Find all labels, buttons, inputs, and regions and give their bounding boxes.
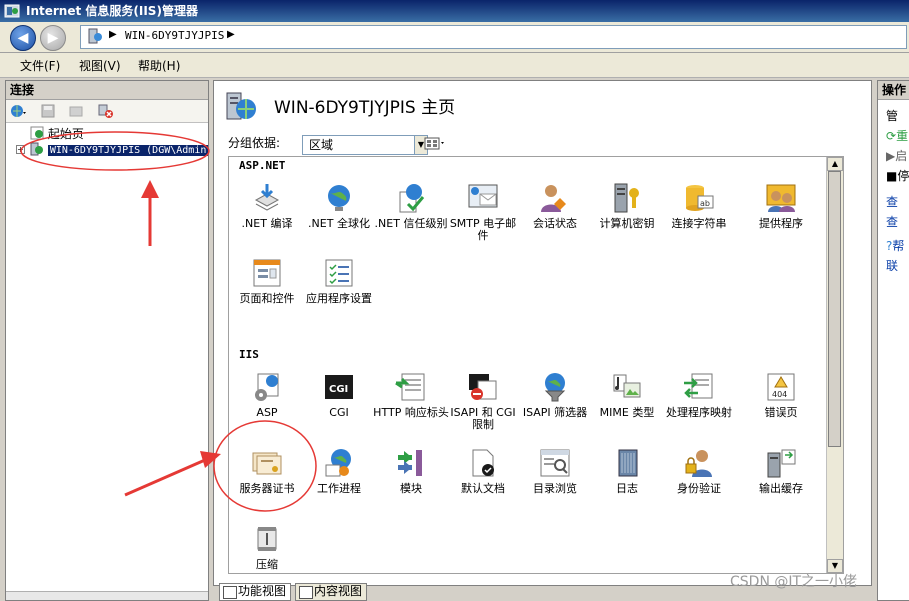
red-annotations [20,131,317,512]
annotation-arrowhead-up [141,180,159,198]
annotation-arrow-right [124,458,206,497]
annotation-ellipse-certificates [213,420,317,512]
annotation-ellipse-server [20,131,210,171]
annotation-arrowhead-right [200,451,221,468]
watermark: CSDN @IT之一小佬 [730,574,858,590]
